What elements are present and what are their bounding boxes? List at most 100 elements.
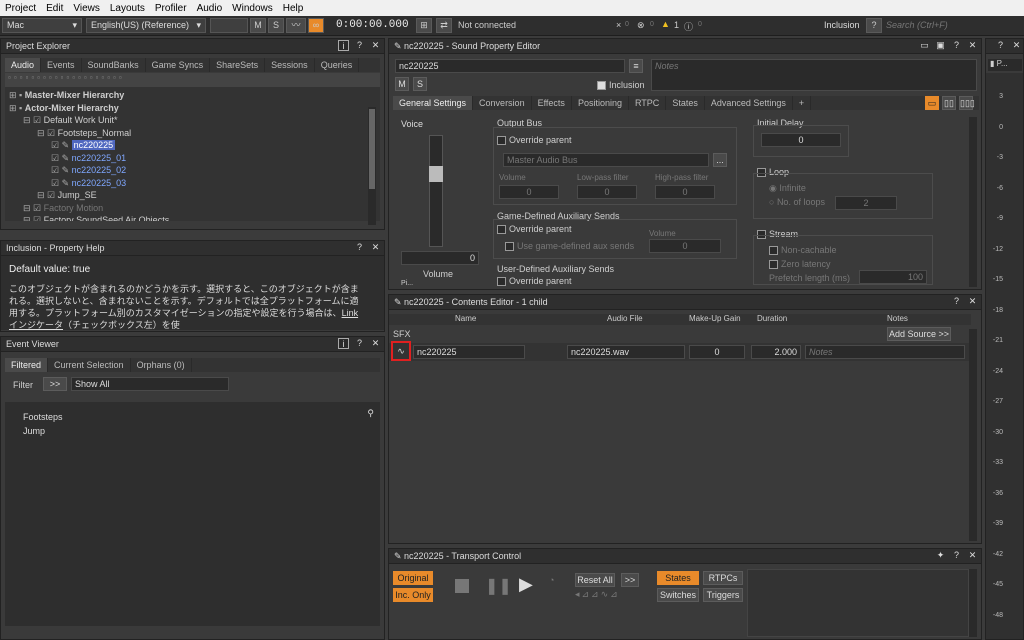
- row-name[interactable]: nc220225: [413, 345, 525, 359]
- tab-advanced-settings[interactable]: Advanced Settings: [705, 96, 793, 110]
- platform-dropdown[interactable]: Mac ▾: [2, 18, 82, 33]
- row-notes[interactable]: Notes: [805, 345, 965, 359]
- waveform-icon[interactable]: ∿: [391, 341, 411, 361]
- info-icon[interactable]: i: [338, 40, 349, 51]
- close-icon[interactable]: ✕: [1011, 40, 1022, 51]
- tree-item[interactable]: ⊟ ☑ Factory Motion: [9, 202, 376, 215]
- tree-item[interactable]: ☑ ✎ nc220225_03: [9, 177, 376, 190]
- tab-current-selection[interactable]: Current Selection: [48, 358, 131, 372]
- layout-split-icon[interactable]: ▯▯: [942, 96, 956, 110]
- inclusion-checkbox[interactable]: Inclusion: [597, 80, 645, 91]
- warning-icon[interactable]: ▲: [661, 19, 670, 29]
- original-button[interactable]: Original: [393, 571, 433, 585]
- timer-icon[interactable]: ◔: [549, 575, 554, 585]
- col-audio-file[interactable]: Audio File: [607, 314, 643, 323]
- tab-conversion[interactable]: Conversion: [473, 96, 532, 110]
- notes-field[interactable]: Notes: [651, 59, 977, 91]
- tab-events[interactable]: Events: [41, 58, 82, 72]
- explorer-icon-toolbar[interactable]: ▫▫▫▫▫▫▫▫▫▫▫▫▫▫▫▫▫▫▫▫: [5, 73, 380, 87]
- game-aux-override-checkbox[interactable]: Override parent: [497, 224, 572, 235]
- transport-more-button[interactable]: >>: [621, 573, 639, 587]
- tree-item[interactable]: ⊞ ▪ Master-Mixer Hierarchy: [9, 89, 376, 102]
- tree-item[interactable]: ⊞ ▪ Actor-Mixer Hierarchy: [9, 102, 376, 115]
- save-icon[interactable]: ▣: [935, 40, 946, 51]
- filter-expand-button[interactable]: >>: [43, 377, 67, 391]
- error-icon[interactable]: ⊗: [637, 20, 645, 31]
- volume-slider[interactable]: [429, 135, 443, 247]
- col-gain[interactable]: Make-Up Gain: [689, 314, 741, 323]
- language-dropdown[interactable]: English(US) (Reference) ▾: [86, 18, 206, 33]
- capture-icon[interactable]: ⊞: [416, 18, 432, 33]
- tree-item[interactable]: ⊟ ☑ Default Work Unit*: [9, 114, 376, 127]
- solo-button[interactable]: S: [413, 77, 427, 91]
- object-name-field[interactable]: nc220225: [395, 59, 625, 73]
- tree-item[interactable]: ☑ ✎ nc220225_02: [9, 164, 376, 177]
- mute-button[interactable]: M: [395, 77, 409, 91]
- mute-button[interactable]: M: [250, 18, 266, 33]
- reset-all-button[interactable]: Reset All: [575, 573, 615, 587]
- name-menu-icon[interactable]: ≡: [629, 59, 643, 73]
- help-button[interactable]: ?: [866, 18, 882, 33]
- help-icon[interactable]: ?: [354, 242, 365, 253]
- tree-item[interactable]: ⊟ ☑ Factory SoundSeed Air Objects: [9, 214, 376, 221]
- tab-states[interactable]: States: [666, 96, 705, 110]
- help-icon[interactable]: ?: [995, 40, 1006, 51]
- info-icon[interactable]: ⓘ: [684, 20, 693, 33]
- search-input[interactable]: Search (Ctrl+F): [886, 20, 948, 30]
- menu-help[interactable]: Help: [278, 3, 309, 14]
- col-name[interactable]: Name: [455, 314, 476, 323]
- switches-button[interactable]: Switches: [657, 588, 699, 602]
- play-icon[interactable]: ▶: [519, 574, 533, 595]
- tab-effects[interactable]: Effects: [532, 96, 572, 110]
- tab-positioning[interactable]: Positioning: [572, 96, 629, 110]
- table-row[interactable]: ∿ nc220225 nc220225.wav 0 2.000 Notes: [389, 341, 971, 361]
- col-notes[interactable]: Notes: [887, 314, 908, 323]
- inc-only-button[interactable]: Inc. Only: [393, 588, 433, 602]
- tab-filtered[interactable]: Filtered: [5, 358, 49, 372]
- close-icon[interactable]: ✕: [967, 296, 978, 307]
- help-icon[interactable]: ?: [951, 296, 962, 307]
- override-parent-checkbox[interactable]: Override parent: [497, 135, 572, 146]
- connect-icon[interactable]: ⇄: [436, 18, 452, 33]
- tree-item[interactable]: ☑ ✎ nc220225_01: [9, 152, 376, 165]
- menu-project[interactable]: Project: [0, 3, 41, 14]
- rtpcs-button[interactable]: RTPCs: [703, 571, 743, 585]
- pin-icon[interactable]: ✦: [935, 550, 946, 561]
- transport-tools-icon[interactable]: ◂⊿⊿∿⊿: [575, 589, 620, 600]
- tab-soundbanks[interactable]: SoundBanks: [82, 58, 146, 72]
- tab-rtpc[interactable]: RTPC: [629, 96, 667, 110]
- slider-handle[interactable]: [429, 166, 443, 182]
- initial-delay-field[interactable]: 0: [761, 133, 841, 147]
- add-source-button[interactable]: Add Source >>: [887, 327, 951, 341]
- user-aux-override-checkbox[interactable]: Override parent: [497, 276, 572, 287]
- triggers-button[interactable]: Triggers: [703, 588, 743, 602]
- show-all-field[interactable]: Show All: [71, 377, 229, 391]
- menu-audio[interactable]: Audio: [192, 3, 228, 14]
- stop-icon[interactable]: [455, 579, 469, 593]
- blank-field[interactable]: [210, 18, 248, 33]
- tab-sharesets[interactable]: ShareSets: [210, 58, 266, 72]
- folder-icon[interactable]: ▭: [919, 40, 930, 51]
- close-icon[interactable]: ✕: [370, 40, 381, 51]
- tree-item[interactable]: ⊟ ☑ Footsteps_Normal: [9, 127, 376, 140]
- tab-audio[interactable]: Audio: [5, 58, 42, 72]
- scrollbar[interactable]: [969, 329, 977, 541]
- tab-queries[interactable]: Queries: [315, 58, 360, 72]
- col-duration[interactable]: Duration: [757, 314, 787, 323]
- tree-item[interactable]: ⊟ ☑ Jump_SE: [9, 189, 376, 202]
- scrollbar[interactable]: [368, 107, 376, 225]
- menu-views[interactable]: Views: [68, 3, 105, 14]
- list-item[interactable]: Jump: [23, 424, 362, 438]
- close-icon[interactable]: ✕: [370, 242, 381, 253]
- help-icon[interactable]: ?: [354, 338, 365, 349]
- help-icon[interactable]: ?: [354, 40, 365, 51]
- help-icon[interactable]: ?: [951, 40, 962, 51]
- tab-game-syncs[interactable]: Game Syncs: [146, 58, 211, 72]
- graph-icon[interactable]: 〰: [286, 18, 306, 33]
- row-audio-file[interactable]: nc220225.wav: [567, 345, 685, 359]
- list-item[interactable]: Footsteps: [23, 410, 362, 424]
- menu-edit[interactable]: Edit: [41, 3, 68, 14]
- info-icon[interactable]: i: [338, 338, 349, 349]
- layout-triple-icon[interactable]: ▯▯▯: [959, 96, 975, 110]
- close-small-icon[interactable]: ×: [616, 20, 621, 30]
